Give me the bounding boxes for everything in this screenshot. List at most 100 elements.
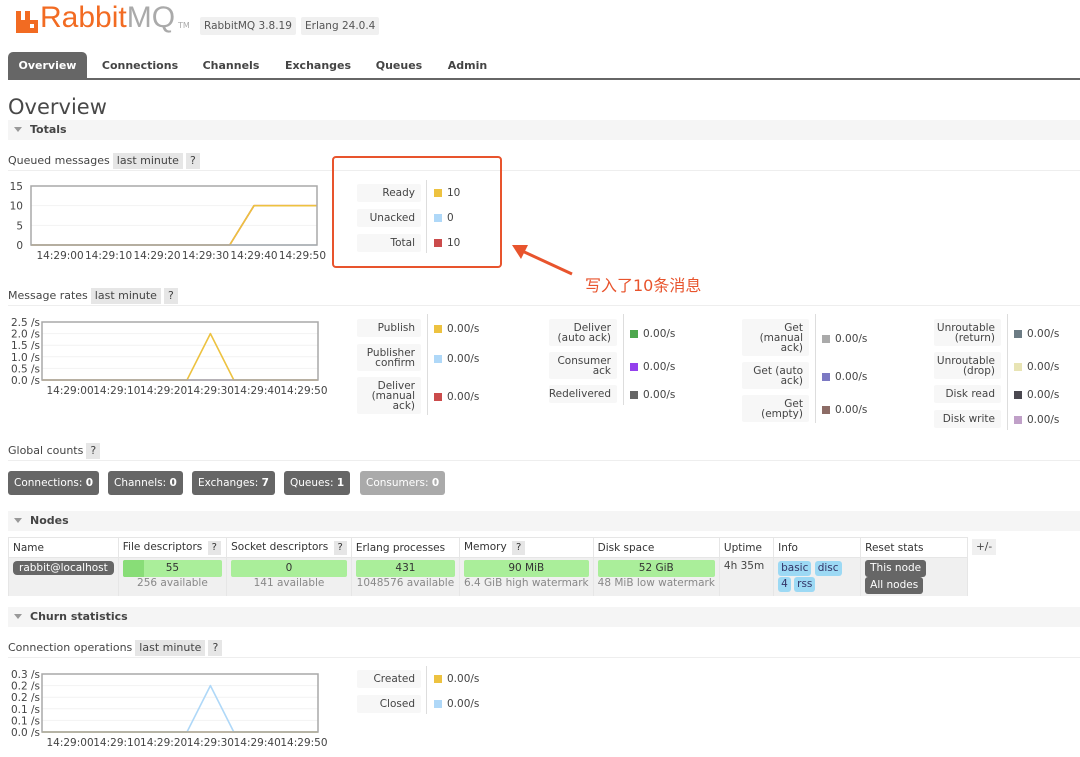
y-tick-label: 0.2 /s — [11, 681, 40, 693]
tab-admin[interactable]: Admin — [440, 52, 495, 78]
rate-label-text: Unroutable (return) — [936, 321, 995, 344]
socket-descriptors-bar: 0 — [231, 560, 347, 577]
rate-label-text: Disk write — [942, 413, 995, 425]
col-file-descriptors[interactable]: File descriptors ? — [117, 537, 228, 558]
connection-operations-chart: 0.3 /s 0.2 /s 0.2 /s 0.1 /s 0.1 /s 0.0 /s 14:2… — [0, 668, 345, 756]
legend-value-closed: 0.00/s — [434, 697, 479, 711]
tab-exchanges[interactable]: Exchanges — [278, 52, 358, 78]
legend-swatch-icon — [434, 354, 442, 363]
legend-value-created: 0.00/s — [434, 672, 479, 686]
queued-messages-svg: 15105014:29:00 14:29:10 14:29:20 14:29:30 14… — [10, 181, 326, 262]
tab-overview[interactable]: Overview — [8, 52, 87, 78]
memory-bar: 90 MiB — [463, 560, 589, 577]
col-info[interactable]: Info — [773, 537, 862, 558]
consumers-count-value: 0 — [431, 477, 440, 489]
erlang-processes-bar: 431 — [355, 560, 455, 577]
rate-value-text: 0.00/s — [1027, 327, 1060, 340]
channels-count-button[interactable]: Channels: 0 — [108, 471, 183, 495]
node-name-link[interactable]: rabbit@localhost — [13, 561, 114, 575]
x-tick-label: 14:29:50 — [280, 385, 327, 397]
col-erlang-processes[interactable]: Erlang processes — [350, 537, 460, 558]
tab-channels[interactable]: Channels — [196, 52, 266, 78]
plot-area — [42, 322, 318, 380]
churn-help-button[interactable]: ? — [208, 640, 223, 656]
legend-divider — [623, 314, 624, 405]
col-memory[interactable]: Memory ? — [458, 537, 594, 558]
rate-value-get-auto-ack: 0.00/s — [822, 370, 867, 384]
exchanges-count-label: Exchanges: — [198, 477, 259, 489]
rates-range-selector[interactable]: last minute — [90, 288, 161, 304]
global-counts-heading: Global counts? — [8, 443, 1080, 461]
rate-label-text: Disk read — [945, 388, 995, 400]
reset-this-node-button[interactable]: This node — [865, 560, 927, 577]
x-tick-label: 14:29:50 — [279, 250, 326, 262]
rate-value-text: 0.00/s — [1027, 389, 1060, 401]
message-rates-label: Message rates — [8, 289, 88, 302]
col-uptime[interactable]: Uptime — [718, 537, 775, 558]
tab-queues[interactable]: Queues — [370, 52, 428, 78]
logo-text-rabbit: Rabbit — [40, 1, 127, 34]
erlang-processes-available: 1048576 available — [356, 577, 455, 589]
toggle-columns-button[interactable]: +/- — [972, 539, 997, 555]
memory-help-button[interactable]: ? — [512, 540, 526, 555]
erlang-version-badge: Erlang 24.0.4 — [301, 17, 380, 35]
exchanges-count-button[interactable]: Exchanges: 7 — [192, 471, 275, 495]
x-tick-label: 14:29:00 — [46, 737, 93, 749]
rate-label-text: Redelivered — [548, 388, 611, 400]
connections-count-value: 0 — [85, 477, 94, 489]
queued-help-button[interactable]: ? — [185, 153, 200, 169]
tab-connections[interactable]: Connections — [95, 52, 185, 78]
y-tick-label: 0.5 /s — [11, 363, 40, 375]
x-tick-label: 14:29:00 — [46, 385, 93, 397]
rate-value-text: 0.00/s — [1027, 360, 1060, 373]
col-memory-label: Memory — [463, 540, 507, 553]
exchanges-count-value: 7 — [261, 477, 269, 489]
consumers-count-label: Consumers: — [366, 477, 429, 489]
message-rates-chart: 2.5 /s 2.0 /s 1.5 /s 1.0 /s 0.5 /s 0.0 /s 14:2… — [0, 316, 345, 404]
connections-count-label: Connections: — [14, 477, 83, 489]
rate-value-text: 0.00/s — [447, 352, 480, 365]
connection-operations-heading: Connection operations last minute? — [8, 640, 1080, 658]
totals-section-label: Totals — [30, 123, 67, 136]
nodes-section-toggle[interactable]: Nodes — [8, 511, 1080, 531]
disk-space-cell: 52 GiB 48 MiB low watermark — [592, 557, 720, 596]
col-name[interactable]: Name — [8, 537, 119, 558]
col-info-label: Info — [778, 541, 798, 554]
queued-messages-label: Queued messages — [8, 154, 110, 167]
info-tag-cores: 4 — [778, 577, 791, 592]
legend-swatch-icon — [434, 700, 442, 708]
rate-label-publish: Publish — [357, 319, 421, 337]
legend-value-text: 0.00/s — [447, 673, 480, 685]
queues-count-button[interactable]: Queues: 1 — [284, 471, 351, 495]
rate-value-disk-read: 0.00/s — [1014, 388, 1059, 402]
rate-label-get-auto-ack: Get (auto ack) — [742, 362, 809, 389]
col-socket-descriptors[interactable]: Socket descriptors ? — [226, 537, 352, 558]
rabbitmq-logo[interactable]: Rabbit MQ TM — [16, 3, 190, 33]
y-tick-label: 0.3 /s — [11, 669, 40, 681]
col-disk-space[interactable]: Disk space — [592, 537, 720, 558]
reset-all-nodes-button[interactable]: All nodes — [865, 577, 924, 594]
consumers-count-button[interactable]: Consumers: 0 — [360, 471, 446, 495]
file-descriptors-help-button[interactable]: ? — [207, 540, 221, 555]
channels-count-label: Channels: — [114, 477, 167, 489]
x-tick-label: 14:29:10 — [93, 737, 140, 749]
socket-descriptors-help-button[interactable]: ? — [333, 540, 347, 555]
global-counts-help-button[interactable]: ? — [86, 443, 101, 459]
queued-range-selector[interactable]: last minute — [112, 153, 183, 169]
y-tick-label: 1.0 /s — [11, 352, 40, 364]
collapse-triangle-icon — [14, 614, 22, 619]
col-reset-stats[interactable]: Reset stats — [860, 537, 968, 558]
info-tag-basic: basic — [778, 561, 812, 576]
legend-swatch-icon — [434, 325, 442, 333]
col-erlang-processes-label: Erlang processes — [355, 541, 446, 554]
churn-section-toggle[interactable]: Churn statistics — [8, 607, 1080, 627]
rates-help-button[interactable]: ? — [163, 288, 178, 304]
connections-count-button[interactable]: Connections: 0 — [8, 471, 100, 495]
memory-high-watermark: 6.4 GiB high watermark — [463, 577, 589, 589]
churn-range-selector[interactable]: last minute — [135, 640, 206, 656]
rate-value-publisher-confirm: 0.00/s — [434, 352, 479, 366]
totals-section-toggle[interactable]: Totals — [8, 120, 1080, 140]
legend-swatch-icon — [1014, 416, 1022, 424]
legend-swatch-icon — [434, 392, 442, 401]
reset-stats-cell: This node All nodes — [860, 557, 968, 596]
